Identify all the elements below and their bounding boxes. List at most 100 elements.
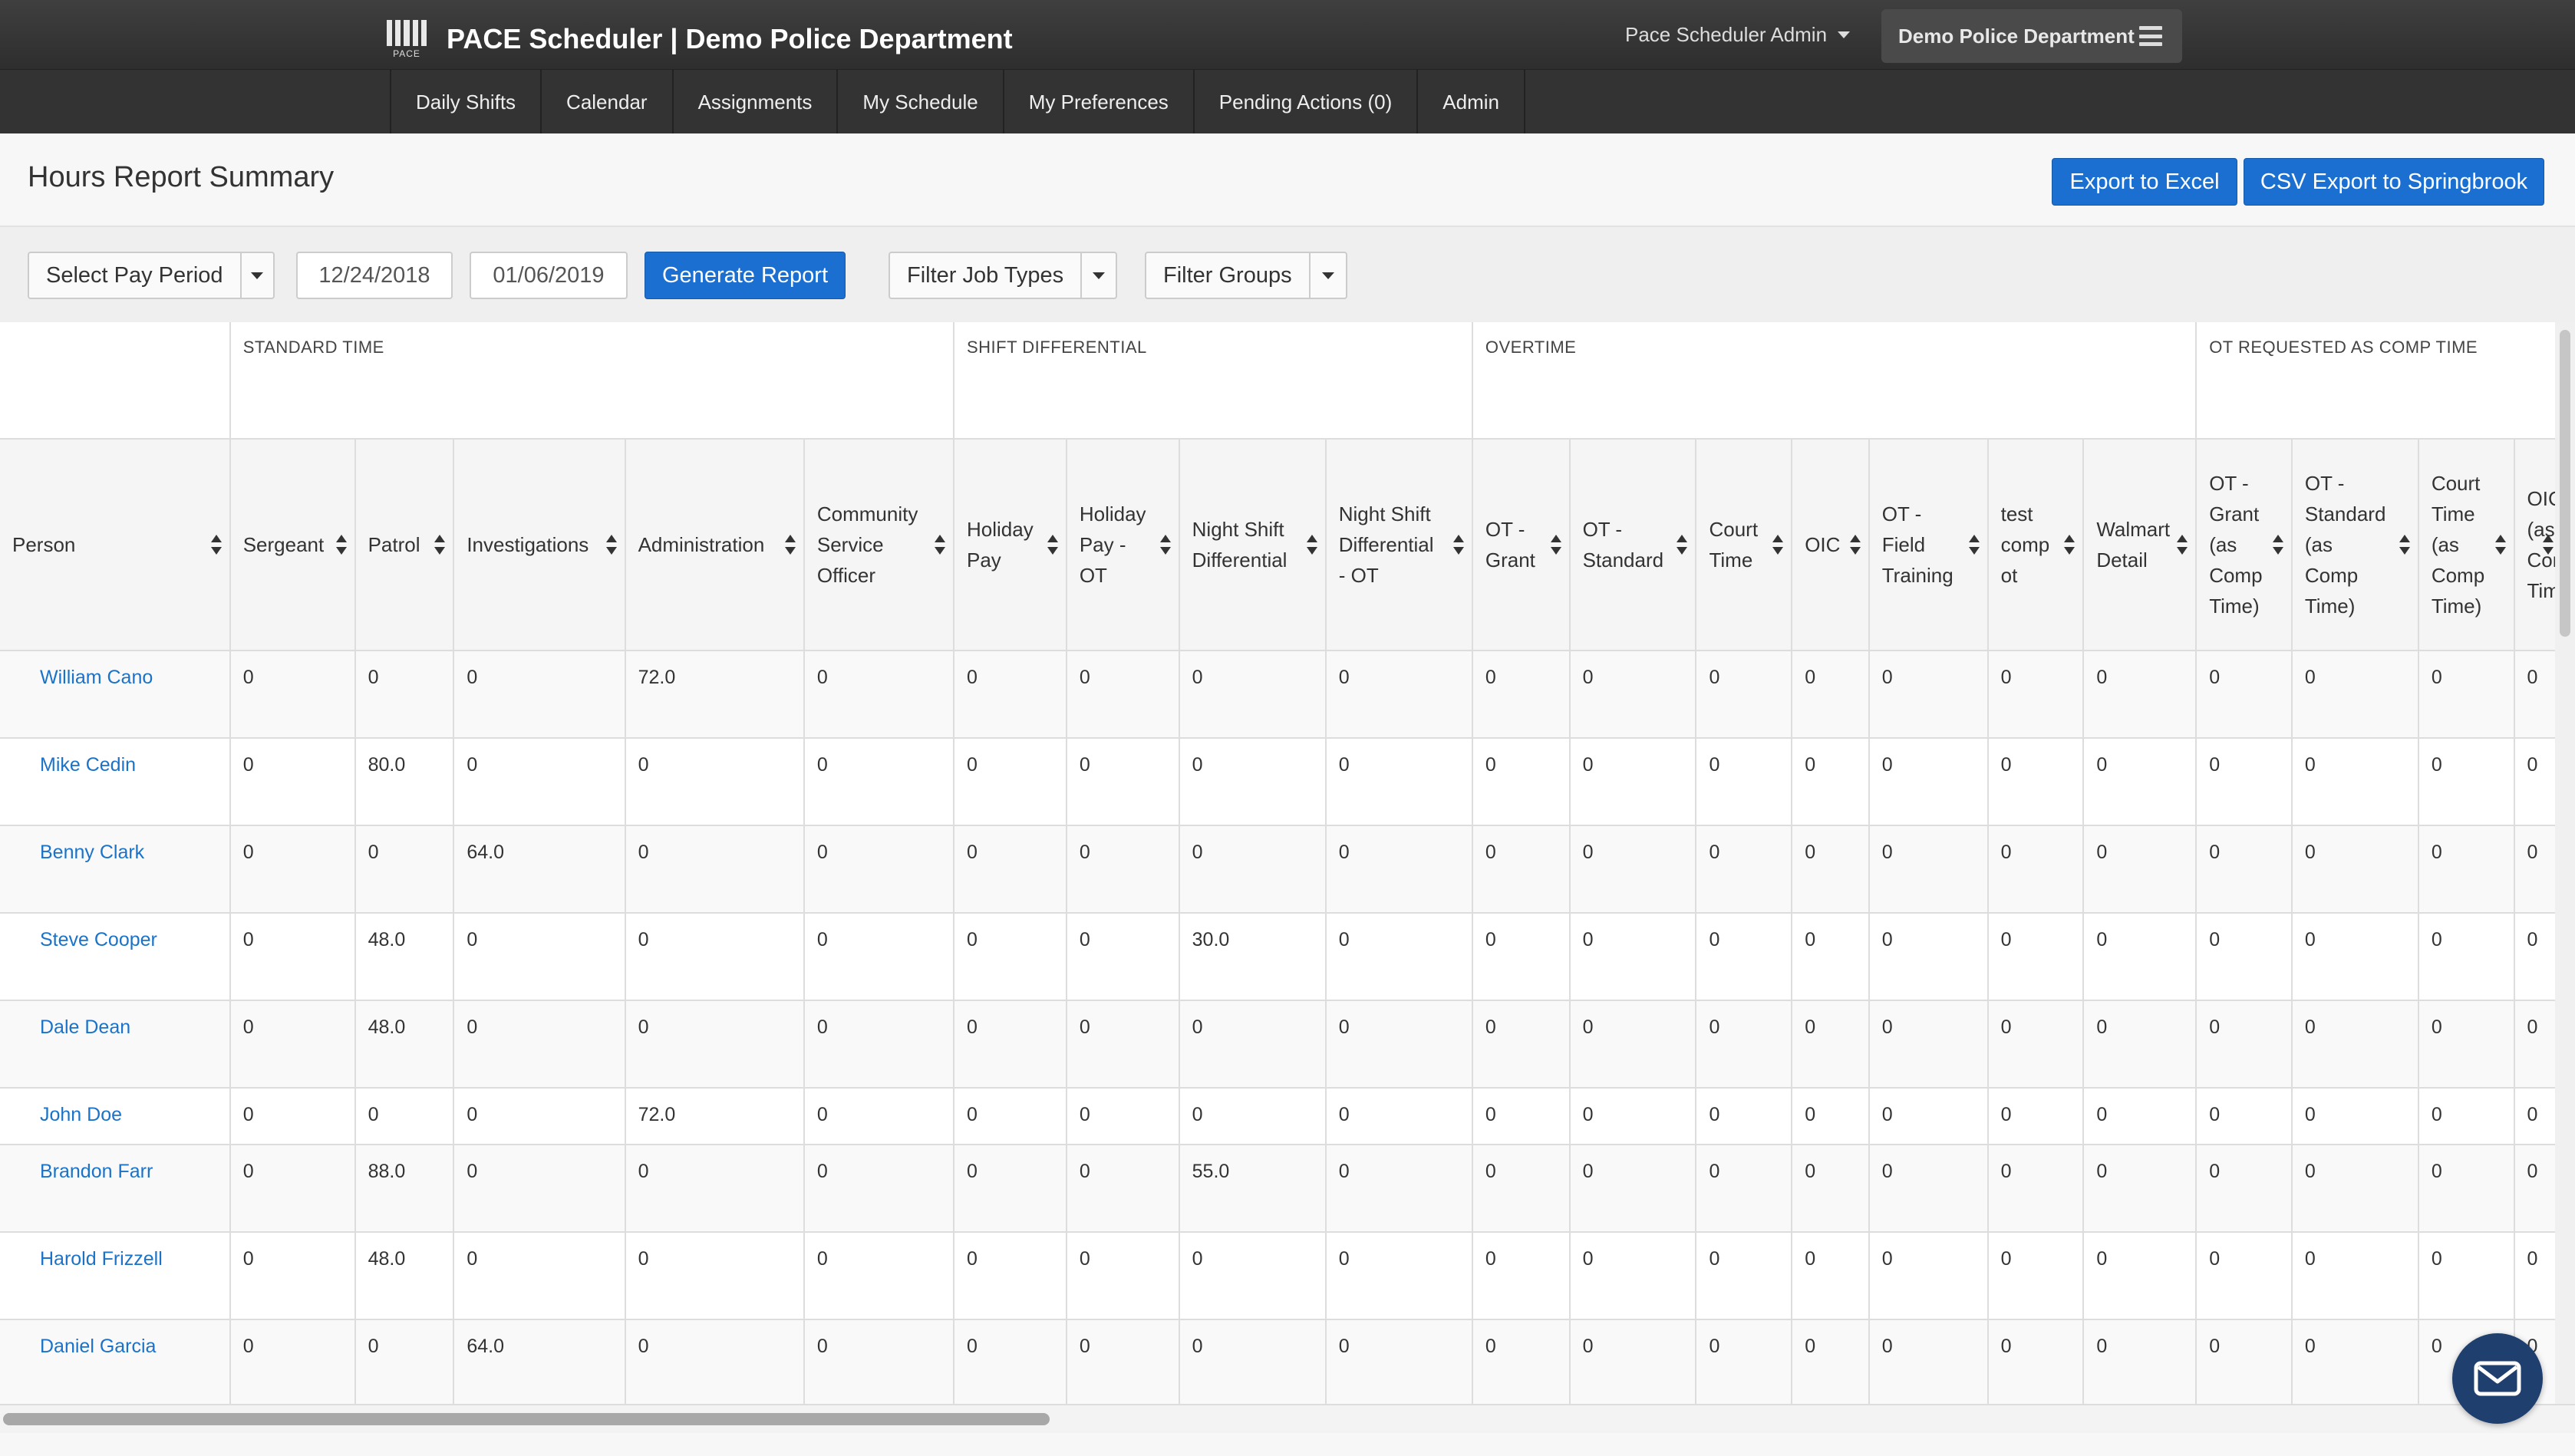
sort-icon[interactable] (2272, 533, 2283, 556)
csv-export-button[interactable]: CSV Export to Springbrook (2244, 158, 2544, 206)
chevron-down-icon[interactable] (1309, 253, 1346, 298)
hours-cell: 0 (1987, 1145, 2085, 1233)
chat-button[interactable] (2452, 1333, 2543, 1424)
sort-icon[interactable] (2543, 533, 2554, 556)
scrollbar-thumb[interactable] (2560, 330, 2570, 637)
hours-cell: 0 (1066, 738, 1180, 826)
column-header-investigations[interactable]: Investigations (453, 439, 626, 651)
scrollbar-thumb[interactable] (3, 1413, 1050, 1425)
column-header-patrol[interactable]: Patrol (354, 439, 455, 651)
nav-item-my-schedule[interactable]: My Schedule (836, 70, 1002, 134)
nav-item-my-preferences[interactable]: My Preferences (1002, 70, 1193, 134)
column-header-night-shift-differential-ot[interactable]: Night Shift Differential - OT (1325, 439, 1473, 651)
column-header-night-shift-differential[interactable]: Night Shift Differential (1179, 439, 1327, 651)
horizontal-scrollbar[interactable] (0, 1404, 2575, 1433)
hours-cell: 0 (1569, 738, 1697, 826)
sort-icon[interactable] (2064, 533, 2075, 556)
column-header-ot-grant[interactable]: OT - Grant (1472, 439, 1571, 651)
person-link[interactable]: Mike Cedin (0, 738, 231, 826)
column-header-holiday-pay[interactable]: Holiday Pay (954, 439, 1067, 651)
sort-icon[interactable] (1452, 533, 1464, 556)
person-link[interactable]: Daniel Garcia (0, 1319, 231, 1404)
hours-cell: 0 (1179, 651, 1327, 739)
sort-icon[interactable] (1968, 533, 1980, 556)
hours-cell: 0 (625, 825, 805, 914)
hours-cell: 0 (453, 651, 626, 739)
nav-item-pending-actions-0[interactable]: Pending Actions (0) (1192, 70, 1416, 134)
sort-icon[interactable] (1159, 533, 1171, 556)
department-menu[interactable]: Demo Police Department (1881, 9, 2182, 63)
sort-icon[interactable] (784, 533, 796, 556)
person-link[interactable]: Dale Dean (0, 1000, 231, 1089)
column-header-ot-standard[interactable]: OT - Standard (1569, 439, 1697, 651)
vertical-scrollbar[interactable] (2555, 322, 2575, 1404)
column-header-ot-grant-as-comp-time[interactable]: OT - Grant (as Comp Time) (2196, 439, 2293, 651)
person-link[interactable]: John Doe (0, 1088, 231, 1145)
column-header-holiday-pay-ot[interactable]: Holiday Pay - OT (1066, 439, 1180, 651)
column-header-sergeant[interactable]: Sergeant (229, 439, 356, 651)
sort-icon[interactable] (1550, 533, 1561, 556)
nav-item-admin[interactable]: Admin (1416, 70, 1525, 134)
sort-icon[interactable] (1849, 533, 1861, 556)
column-header-oic[interactable]: OIC (1792, 439, 1870, 651)
column-header-walmart-detail[interactable]: Walmart Detail (2083, 439, 2197, 651)
user-menu[interactable]: Pace Scheduler Admin (1625, 23, 1851, 47)
sort-icon[interactable] (2177, 533, 2188, 556)
hours-report-table-container[interactable]: STANDARD TIME SHIFT DIFFERENTIAL OVERTIME O… (0, 322, 2555, 1404)
sort-icon[interactable] (935, 533, 945, 556)
person-link[interactable]: William Cano (0, 651, 231, 739)
filter-job-types-dropdown[interactable]: Filter Job Types (889, 252, 1117, 299)
column-header-court-time-as-comp-time[interactable]: Court Time (as Comp Time) (2418, 439, 2515, 651)
nav-item-assignments[interactable]: Assignments (671, 70, 837, 134)
hours-cell: 0 (1987, 825, 2085, 914)
column-header-community-service-officer[interactable]: Community Service Officer (803, 439, 955, 651)
nav-item-daily-shifts[interactable]: Daily Shifts (390, 70, 540, 134)
sort-icon[interactable] (1772, 533, 1784, 556)
column-header-ot-standard-as-comp-time[interactable]: OT - Standard (as Comp Time) (2291, 439, 2419, 651)
column-header-ot-field-training[interactable]: OT - Field Training (1868, 439, 1989, 651)
hours-cell: 0 (2514, 825, 2555, 914)
hours-cell: 0 (1792, 913, 1870, 1001)
chevron-down-icon[interactable] (1080, 253, 1116, 298)
sort-icon[interactable] (335, 533, 347, 556)
hours-cell: 0 (1868, 1319, 1989, 1404)
hours-cell: 0 (1987, 738, 2085, 826)
person-link[interactable]: Harold Frizzell (0, 1232, 231, 1320)
hours-cell: 0 (1987, 1232, 2085, 1320)
hamburger-menu-icon[interactable] (2139, 26, 2162, 46)
nav-item-calendar[interactable]: Calendar (540, 70, 672, 134)
sort-icon[interactable] (210, 533, 222, 556)
person-link[interactable]: Brandon Farr (0, 1145, 231, 1233)
sort-icon[interactable] (434, 533, 446, 556)
hours-cell: 0 (1472, 825, 1571, 914)
sort-icon[interactable] (2494, 533, 2506, 556)
brand[interactable]: PACE PACE Scheduler | Demo Police Depart… (387, 20, 1013, 58)
sort-icon[interactable] (605, 533, 617, 556)
column-header-label: Investigations (467, 533, 589, 556)
chevron-down-icon[interactable] (239, 253, 273, 298)
person-link[interactable]: Steve Cooper (0, 913, 231, 1001)
table-row: Daniel Garcia 0 0 64.0 0 0 0 0 0 0 0 0 0 0 0 0 0 0 0 0 0 (0, 1319, 2555, 1404)
export-excel-button[interactable]: Export to Excel (2052, 158, 2237, 206)
column-header-court-time[interactable]: Court Time (1696, 439, 1793, 651)
start-date-input[interactable]: 12/24/2018 (296, 252, 453, 299)
sort-icon[interactable] (1047, 533, 1058, 556)
hours-cell: 88.0 (354, 1145, 455, 1233)
sort-icon[interactable] (2399, 533, 2410, 556)
column-header-oic-as-comp-time[interactable]: OIC (as Comp Time) (2514, 439, 2555, 651)
hours-cell: 0 (229, 1088, 356, 1145)
column-header-administration[interactable]: Administration (625, 439, 805, 651)
hours-cell: 0 (1179, 1319, 1327, 1404)
column-header-test-comp-ot[interactable]: test comp ot (1987, 439, 2085, 651)
end-date-input[interactable]: 01/06/2019 (470, 252, 628, 299)
column-header-person[interactable]: Person (0, 439, 231, 651)
filter-groups-dropdown[interactable]: Filter Groups (1145, 252, 1347, 299)
hours-cell: 0 (1066, 1000, 1180, 1089)
sort-icon[interactable] (1306, 533, 1317, 556)
hours-cell: 0 (2196, 651, 2293, 739)
hours-cell: 0 (954, 1319, 1067, 1404)
pay-period-dropdown[interactable]: Select Pay Period (28, 252, 275, 299)
sort-icon[interactable] (1677, 533, 1688, 556)
generate-report-button[interactable]: Generate Report (645, 252, 846, 299)
person-link[interactable]: Benny Clark (0, 825, 231, 914)
